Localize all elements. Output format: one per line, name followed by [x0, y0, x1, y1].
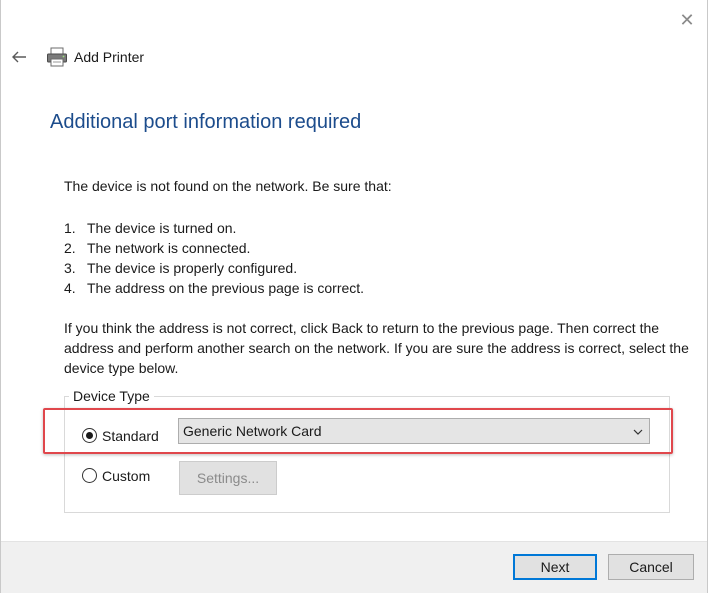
device-type-legend: Device Type [69, 388, 154, 404]
device-type-select-value: Generic Network Card [183, 423, 322, 439]
instructions-paragraph: If you think the address is not correct,… [64, 320, 689, 376]
checklist-item: 1. The device is turned on. [64, 220, 237, 236]
device-type-group [64, 396, 670, 513]
close-icon[interactable]: ✕ [677, 10, 697, 30]
intro-text: The device is not found on the network. … [64, 178, 392, 194]
next-button[interactable]: Next [513, 554, 597, 580]
cancel-button[interactable]: Cancel [608, 554, 694, 580]
chevron-down-icon [632, 425, 644, 437]
standard-label[interactable]: Standard [102, 428, 159, 444]
custom-radio[interactable] [82, 468, 97, 483]
dialog-footer: Next Cancel [1, 541, 707, 593]
checklist-item: 4. The address on the previous page is co… [64, 280, 365, 296]
checklist: 1. The device is turned on. 2. The network… [64, 218, 364, 298]
custom-label[interactable]: Custom [102, 468, 150, 484]
device-type-select[interactable]: Generic Network Card [178, 418, 650, 444]
checklist-item: 2. The network is connected. [64, 240, 251, 256]
add-printer-window: ✕ Add Printer Additional port informatio… [0, 0, 708, 593]
window-title: Add Printer [74, 49, 145, 65]
page-heading: Additional port information required [50, 111, 362, 133]
settings-button: Settings... [179, 461, 277, 495]
standard-radio[interactable] [82, 428, 97, 443]
back-arrow-icon[interactable] [9, 47, 29, 67]
checklist-item: 3. The device is properly configured. [64, 260, 298, 276]
printer-icon [46, 46, 68, 68]
